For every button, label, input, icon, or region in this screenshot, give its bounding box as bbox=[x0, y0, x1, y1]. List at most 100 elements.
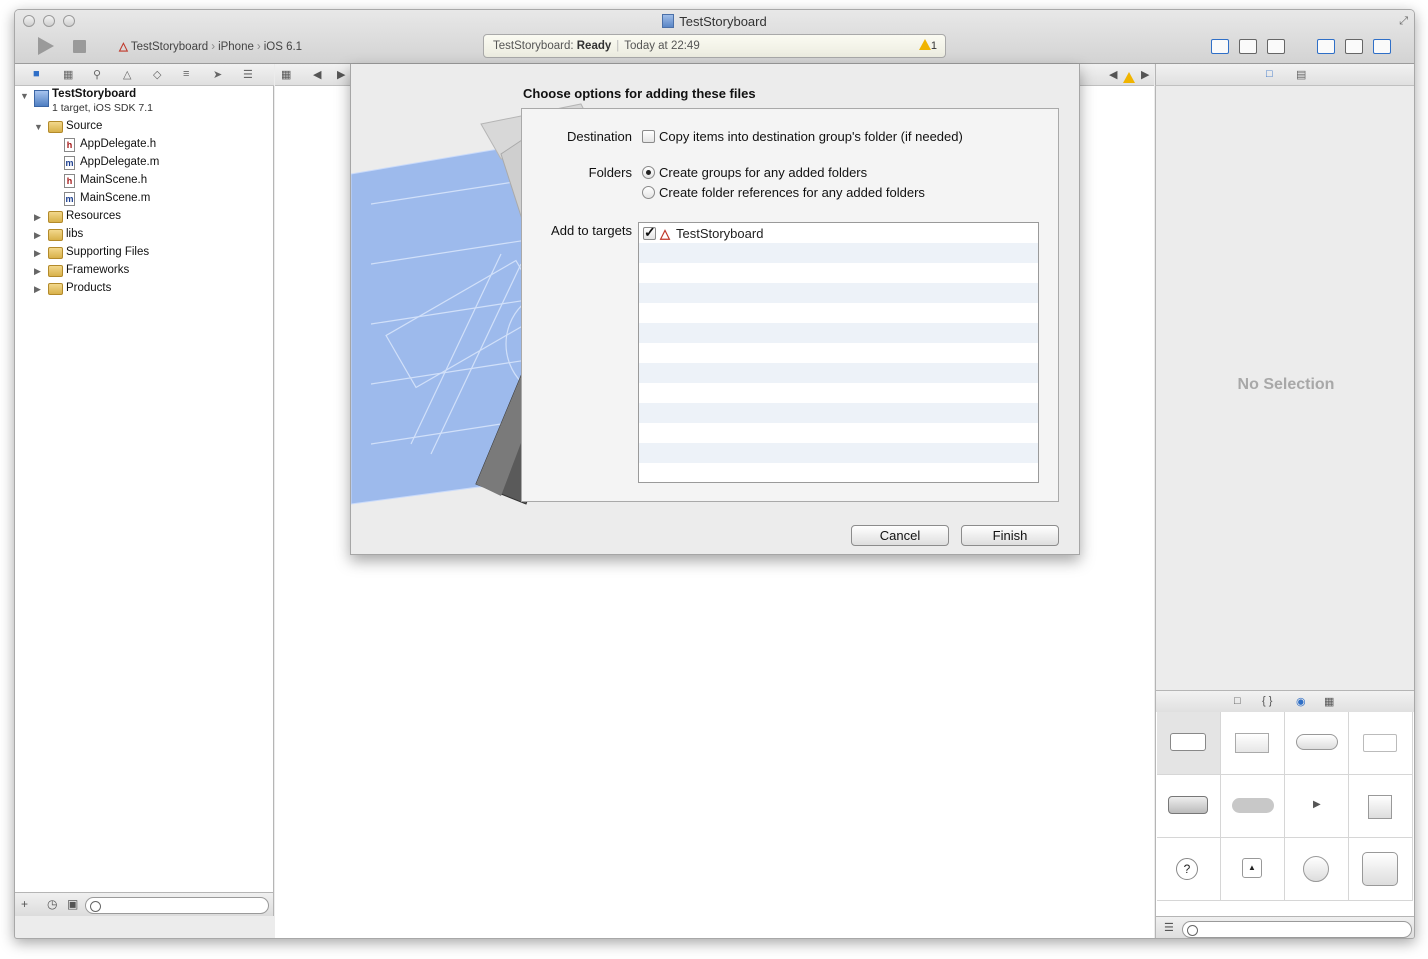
disclosure-open-icon[interactable]: ▼ bbox=[34, 122, 43, 132]
file-template-library-icon[interactable]: □ bbox=[1234, 695, 1241, 707]
cancel-button[interactable]: Cancel bbox=[851, 525, 949, 546]
tree-item-source[interactable]: ▼ Source bbox=[15, 119, 274, 137]
library-filter-field[interactable] bbox=[1182, 921, 1412, 938]
source-control-filter-icon[interactable]: ▣ bbox=[67, 897, 78, 911]
library-item-label[interactable] bbox=[1221, 712, 1285, 775]
tree-item-libs[interactable]: ▶ libs bbox=[15, 227, 274, 245]
version-editor-icon[interactable] bbox=[1267, 39, 1285, 54]
related-items-icon[interactable]: ▦ bbox=[281, 68, 291, 81]
disclosure-preview-icon: ▶ bbox=[1313, 799, 1321, 810]
library-item-round-button[interactable] bbox=[1285, 838, 1349, 901]
back-icon[interactable]: ◀ bbox=[313, 68, 321, 81]
no-selection-label: No Selection bbox=[1237, 376, 1335, 393]
scheme-selector[interactable]: △ TestStoryboard › iPhone › iOS 6.1 bbox=[119, 39, 302, 53]
quick-help-icon[interactable]: ▤ bbox=[1296, 68, 1306, 81]
library-item-bevel-button[interactable] bbox=[1157, 775, 1221, 838]
issue-navigator-icon[interactable]: △ bbox=[123, 68, 131, 81]
file-inspector-icon[interactable]: □ bbox=[1266, 68, 1273, 80]
object-library-icon[interactable]: ◉ bbox=[1296, 695, 1306, 708]
previous-issue-icon[interactable]: ◀ bbox=[1109, 68, 1117, 81]
library-item-text-field[interactable] bbox=[1349, 712, 1413, 775]
create-groups-radio[interactable]: Create groups for any added folders bbox=[642, 165, 867, 180]
button-preview-icon bbox=[1170, 733, 1206, 751]
library-item-stepper[interactable]: ▲ bbox=[1221, 838, 1285, 901]
create-folder-references-radio[interactable]: Create folder references for any added f… bbox=[642, 185, 925, 200]
toolbar: TestStoryboard ⤢ △ TestStoryboard › iPhone ›… bbox=[15, 10, 1414, 64]
checkbox-icon[interactable] bbox=[642, 130, 655, 143]
targets-list[interactable]: △ TestStoryboard bbox=[638, 222, 1039, 483]
target-row[interactable]: △ TestStoryboard bbox=[643, 224, 763, 242]
symbol-navigator-icon[interactable]: ▦ bbox=[63, 68, 73, 81]
disclosure-closed-icon[interactable]: ▶ bbox=[34, 266, 41, 277]
library-item-disclosure[interactable]: ▶ bbox=[1285, 775, 1349, 838]
media-library-icon[interactable]: ▦ bbox=[1324, 695, 1334, 708]
disclosure-closed-icon[interactable]: ▶ bbox=[34, 284, 41, 295]
radio-selected-icon[interactable] bbox=[642, 166, 655, 179]
destination-sdk[interactable]: iOS 6.1 bbox=[264, 41, 302, 53]
library-item-button[interactable] bbox=[1157, 712, 1221, 775]
project-icon bbox=[34, 90, 49, 107]
folder-icon bbox=[48, 283, 63, 295]
bevel-button-preview-icon bbox=[1168, 796, 1208, 814]
library-item-switch[interactable] bbox=[1221, 775, 1285, 838]
add-icon[interactable]: + bbox=[21, 897, 28, 911]
disclosure-open-icon[interactable]: ▼ bbox=[20, 91, 29, 101]
library-item-square-button[interactable] bbox=[1349, 838, 1413, 901]
scheme-name: TestStoryboard bbox=[130, 41, 209, 53]
recent-files-icon[interactable]: ◷ bbox=[47, 897, 57, 911]
destination-device[interactable]: iPhone bbox=[218, 41, 254, 53]
run-button[interactable] bbox=[38, 37, 54, 55]
tree-item-mainscene-h[interactable]: h MainScene.h bbox=[15, 173, 274, 191]
breakpoint-navigator-icon[interactable]: ➤ bbox=[213, 68, 222, 81]
debug-navigator-icon[interactable]: ≡ bbox=[183, 68, 189, 80]
warning-indicator[interactable]: 1 bbox=[918, 39, 937, 52]
debug-area-toggle-icon[interactable] bbox=[1345, 39, 1363, 54]
tree-item-resources[interactable]: ▶ Resources bbox=[15, 209, 274, 227]
tree-item-mainscene-m[interactable]: m MainScene.m bbox=[15, 191, 274, 209]
library-item-help-button[interactable]: ? bbox=[1157, 838, 1221, 901]
switch-preview-icon bbox=[1232, 798, 1274, 813]
tree-item-appdelegate-h[interactable]: h AppDelegate.h bbox=[15, 137, 274, 155]
warning-icon bbox=[1123, 72, 1135, 83]
next-issue-icon[interactable]: ▶ bbox=[1141, 68, 1149, 81]
folder-icon bbox=[48, 229, 63, 241]
log-navigator-icon[interactable]: ☰ bbox=[243, 68, 253, 81]
project-row[interactable]: ▼ TestStoryboard 1 target, iOS SDK 7.1 bbox=[15, 88, 274, 120]
header-file-icon: h bbox=[64, 174, 75, 188]
tree-item-products[interactable]: ▶ Products bbox=[15, 281, 274, 299]
radio-icon[interactable] bbox=[642, 186, 655, 199]
assistant-editor-icon[interactable] bbox=[1239, 39, 1257, 54]
target-checkbox[interactable] bbox=[643, 224, 656, 241]
tree-item-supporting-files[interactable]: ▶ Supporting Files bbox=[15, 245, 274, 263]
tree-item-appdelegate-m[interactable]: m AppDelegate.m bbox=[15, 155, 274, 173]
tree-item-label: Source bbox=[66, 120, 103, 132]
disclosure-closed-icon[interactable]: ▶ bbox=[34, 212, 41, 223]
test-navigator-icon[interactable]: ◇ bbox=[153, 68, 161, 81]
stop-button[interactable] bbox=[73, 40, 86, 53]
square-button-preview-icon bbox=[1362, 852, 1398, 886]
forward-icon[interactable]: ▶ bbox=[337, 68, 345, 81]
folders-label: Folders bbox=[588, 165, 632, 180]
library-item-image-view[interactable] bbox=[1349, 775, 1413, 838]
folder-icon bbox=[48, 265, 63, 277]
finish-button[interactable]: Finish bbox=[961, 525, 1059, 546]
disclosure-closed-icon[interactable]: ▶ bbox=[34, 248, 41, 259]
standard-editor-icon[interactable] bbox=[1211, 39, 1229, 54]
header-file-icon: h bbox=[64, 138, 75, 152]
activity-status: Ready bbox=[576, 40, 612, 52]
app-icon: △ bbox=[119, 41, 128, 53]
project-navigator-icon[interactable]: ■ bbox=[33, 68, 40, 80]
image-view-preview-icon bbox=[1368, 795, 1392, 819]
code-snippet-library-icon[interactable]: { } bbox=[1262, 695, 1272, 707]
fullscreen-icon[interactable]: ⤢ bbox=[1399, 15, 1408, 28]
list-view-icon[interactable]: ☰ bbox=[1164, 921, 1174, 934]
chevron-right-icon: › bbox=[256, 41, 261, 53]
navigator-filter-field[interactable] bbox=[85, 897, 269, 914]
disclosure-closed-icon[interactable]: ▶ bbox=[34, 230, 41, 241]
search-navigator-icon[interactable]: ⚲ bbox=[93, 68, 101, 81]
library-item-rounded-button[interactable] bbox=[1285, 712, 1349, 775]
copy-items-checkbox[interactable]: Copy items into destination group's fold… bbox=[642, 129, 963, 144]
navigator-toggle-icon[interactable] bbox=[1317, 39, 1335, 54]
tree-item-frameworks[interactable]: ▶ Frameworks bbox=[15, 263, 274, 281]
utilities-toggle-icon[interactable] bbox=[1373, 39, 1391, 54]
